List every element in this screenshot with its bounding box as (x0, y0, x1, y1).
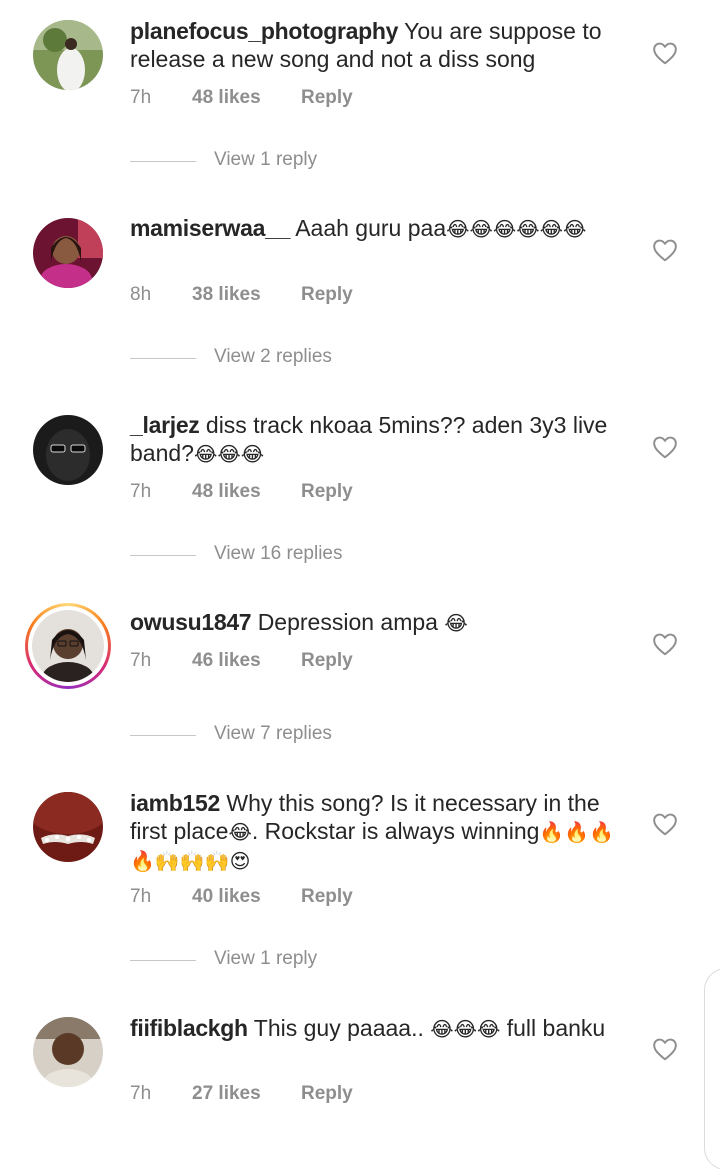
comment-likes[interactable]: 48 likes (192, 480, 261, 504)
divider-line (130, 555, 196, 556)
divider-line (130, 735, 196, 736)
comment-text: planefocus_photography You are suppose t… (130, 17, 630, 73)
avatar[interactable] (33, 415, 103, 485)
avatar[interactable] (33, 218, 103, 288)
avatar[interactable] (33, 792, 103, 862)
comment-username[interactable]: planefocus_photography (130, 18, 398, 44)
comment-time: 8h (130, 284, 152, 305)
like-heart-icon[interactable] (652, 1037, 678, 1061)
comment-likes[interactable]: 46 likes (192, 649, 261, 673)
reply-button[interactable]: Reply (301, 649, 353, 673)
comment-emojis: 😂😂😂 (193, 442, 265, 466)
comment-text: owusu1847 Depression ampa 😂 (130, 608, 630, 637)
comment-username[interactable]: iamb152 (130, 790, 220, 816)
comment-username[interactable]: fiifiblackgh (130, 1015, 248, 1041)
comment-body: Depression ampa (257, 609, 438, 635)
comment-emojis: 😂😂😂😂😂😂 (446, 217, 587, 241)
avatar (32, 610, 104, 682)
comment-text: mamiserwaa__ Aaah guru paa😂😂😂😂😂😂 (130, 214, 630, 243)
avatar[interactable] (33, 1017, 103, 1087)
comment-time: 7h (130, 87, 152, 108)
story-ring (28, 606, 108, 686)
avatar-photo (33, 20, 103, 90)
like-heart-icon[interactable] (652, 41, 678, 65)
comment-username[interactable]: owusu1847 (130, 609, 252, 635)
reply-button[interactable]: Reply (301, 283, 353, 307)
view-replies-label: View 1 reply (214, 149, 318, 170)
comment-time: 7h (130, 650, 152, 671)
reply-button[interactable]: Reply (301, 480, 353, 504)
like-heart-icon[interactable] (652, 435, 678, 459)
comment-time: 7h (130, 1083, 152, 1104)
like-heart-icon[interactable] (652, 632, 678, 656)
comment-body-continued: full banku (506, 1015, 606, 1041)
comment-text: fiifiblackgh This guy paaaa.. 😂😂😂 full b… (130, 1014, 630, 1043)
comment-emojis: 😂 (228, 820, 252, 844)
view-replies-label: View 16 replies (214, 543, 343, 564)
floating-panel-edge (704, 968, 720, 1170)
comment-emojis: 😂😂😂 (430, 1017, 501, 1041)
comment-body: This guy paaaa.. (253, 1015, 424, 1041)
divider-line (130, 358, 196, 359)
avatar-photo (33, 415, 103, 485)
view-replies-label: View 1 reply (214, 948, 318, 969)
comment-username[interactable]: _larjez (130, 412, 200, 438)
like-heart-icon[interactable] (652, 812, 678, 836)
avatar-with-story-ring[interactable] (25, 603, 111, 689)
avatar-photo (32, 610, 104, 682)
avatar-photo (33, 792, 103, 862)
avatar[interactable] (33, 20, 103, 90)
avatar-photo (33, 218, 103, 288)
comment-body: Aaah guru paa (295, 215, 447, 241)
comment-likes[interactable]: 40 likes (192, 885, 261, 909)
comment-text: iamb152 Why this song? Is it necessary i… (130, 789, 630, 875)
like-heart-icon[interactable] (652, 238, 678, 262)
comment-text: _larjez diss track nkoaa 5mins?? aden 3y… (130, 411, 630, 468)
comment-time: 7h (130, 886, 152, 907)
comment-emojis: 😂 (444, 611, 468, 635)
view-replies-label: View 7 replies (214, 723, 332, 744)
reply-button[interactable]: Reply (301, 1082, 353, 1106)
comment-username[interactable]: mamiserwaa__ (130, 215, 290, 241)
reply-button[interactable]: Reply (301, 86, 353, 110)
comment-body-continued: . Rockstar is always winning (251, 818, 540, 844)
comment-likes[interactable]: 48 likes (192, 86, 261, 110)
comment-likes[interactable]: 27 likes (192, 1082, 261, 1106)
comment-time: 7h (130, 481, 152, 502)
divider-line (130, 161, 196, 162)
avatar-photo (33, 1017, 103, 1087)
reply-button[interactable]: Reply (301, 885, 353, 909)
divider-line (130, 960, 196, 961)
view-replies-label: View 2 replies (214, 346, 332, 367)
comment-likes[interactable]: 38 likes (192, 283, 261, 307)
